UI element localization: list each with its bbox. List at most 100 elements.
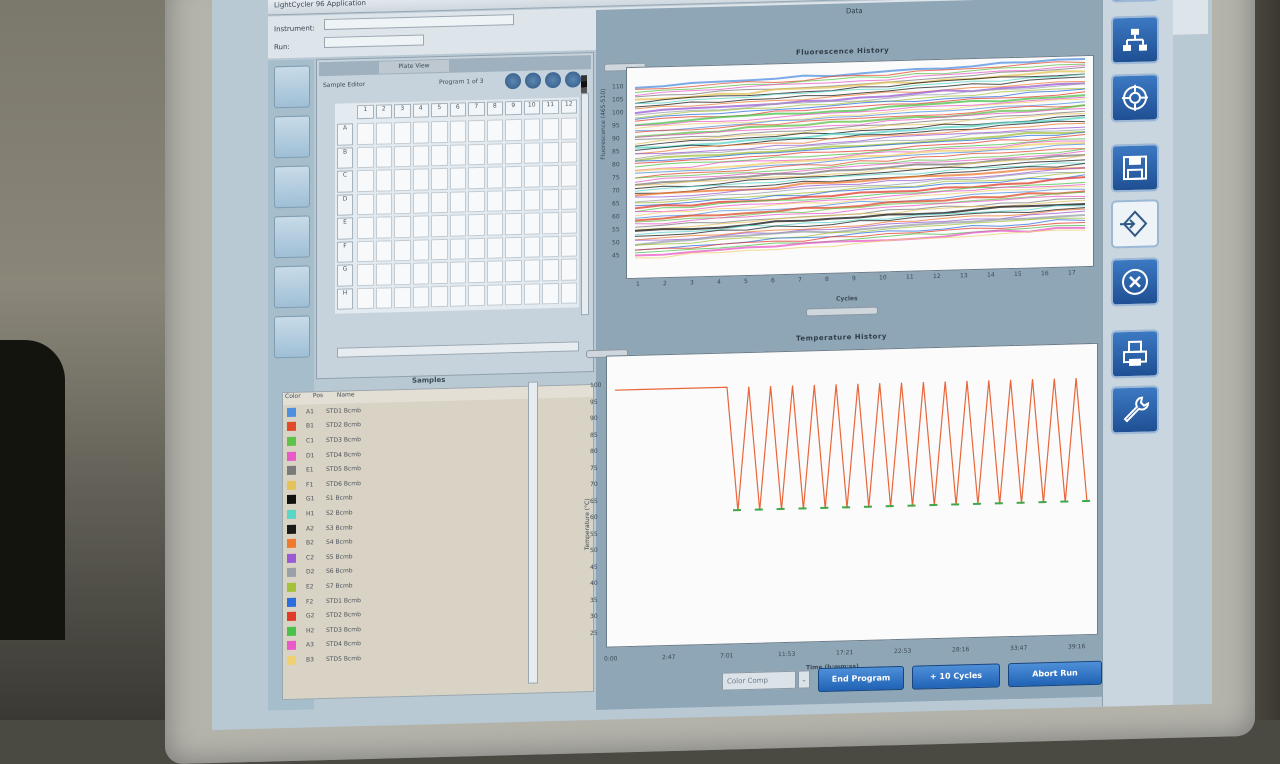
plate-well[interactable] <box>523 188 540 211</box>
plate-well[interactable] <box>394 121 411 144</box>
plate-row-header[interactable]: G <box>337 264 353 287</box>
plate-well[interactable] <box>523 165 540 188</box>
plate-well[interactable] <box>394 192 411 215</box>
plate-well[interactable] <box>560 211 577 234</box>
plate-well[interactable] <box>505 236 522 259</box>
end-program-button[interactable]: End Program <box>818 665 904 693</box>
plate-well[interactable] <box>523 259 540 282</box>
plate-col-header[interactable]: 5 <box>431 102 448 118</box>
plate-well[interactable] <box>560 164 577 187</box>
plate-well[interactable] <box>375 192 392 215</box>
nav-button-4[interactable] <box>274 215 310 259</box>
plate-well[interactable] <box>542 188 559 211</box>
plate-well[interactable] <box>449 120 466 143</box>
plate-well[interactable] <box>523 141 540 164</box>
plate-col-header[interactable]: 6 <box>449 102 466 117</box>
plate-well[interactable] <box>486 119 503 142</box>
print-icon[interactable] <box>1111 329 1159 379</box>
plate-well[interactable] <box>486 166 503 189</box>
samples-scrollbar[interactable] <box>528 381 538 684</box>
plate-well[interactable] <box>486 213 503 236</box>
plate-well[interactable] <box>394 168 411 191</box>
export-icon[interactable] <box>1111 199 1159 249</box>
plate-row-header[interactable]: C <box>337 170 353 193</box>
plate-col-header[interactable]: 4 <box>412 103 429 118</box>
plate-well[interactable] <box>505 165 522 188</box>
plate-well[interactable] <box>486 189 503 212</box>
splitter-handle-middle[interactable] <box>806 306 878 317</box>
plate-well[interactable] <box>431 214 448 237</box>
plate-well[interactable] <box>468 119 485 142</box>
plate-well[interactable] <box>357 263 374 286</box>
plate-well[interactable] <box>449 261 466 284</box>
plate-vertical-scrollbar[interactable] <box>581 93 589 316</box>
chevron-down-icon[interactable]: ⌄ <box>798 670 810 689</box>
plate-well[interactable] <box>486 283 503 306</box>
plate-well[interactable] <box>431 285 448 308</box>
plate-well[interactable] <box>523 282 540 305</box>
plate-well[interactable] <box>523 212 540 235</box>
plate-well[interactable] <box>375 145 392 168</box>
plate-well[interactable] <box>542 258 559 281</box>
plate-well[interactable] <box>486 142 503 165</box>
plate-well[interactable] <box>431 167 448 190</box>
tab-plate-view[interactable]: Plate View <box>379 59 449 74</box>
plate-well[interactable] <box>560 140 577 163</box>
plate-well[interactable] <box>468 237 485 260</box>
plate-well[interactable] <box>394 145 411 168</box>
plate-well[interactable] <box>412 262 429 285</box>
add-cycles-button[interactable]: + 10 Cycles <box>912 663 1000 690</box>
plate-well[interactable] <box>412 215 429 238</box>
plate-well[interactable] <box>468 260 485 283</box>
plate-well[interactable] <box>542 141 559 164</box>
plate-well[interactable] <box>468 190 485 213</box>
nav-button-6[interactable] <box>274 315 310 359</box>
plate-row-header[interactable]: D <box>337 193 353 216</box>
plate-well[interactable] <box>412 121 429 144</box>
plate-well[interactable] <box>412 191 429 214</box>
plate-row-header[interactable]: F <box>337 240 353 263</box>
close-circle-icon[interactable] <box>1111 257 1159 307</box>
plate-well[interactable] <box>523 235 540 258</box>
plate-row-header[interactable]: E <box>337 217 353 240</box>
plate-horizontal-scrollbar[interactable] <box>337 341 579 358</box>
plate-col-header[interactable]: 10 <box>523 100 540 115</box>
plate-col-header[interactable]: 9 <box>505 100 522 116</box>
plate-well[interactable] <box>412 285 429 308</box>
plate-col-header[interactable]: 11 <box>542 99 559 115</box>
plate-well[interactable] <box>449 167 466 190</box>
plate-col-header[interactable]: 2 <box>375 104 392 119</box>
plate-well[interactable] <box>357 287 374 310</box>
plate-col-header[interactable]: 12 <box>560 99 577 114</box>
network-icon[interactable] <box>1111 15 1159 65</box>
plate-col-header[interactable]: 7 <box>468 101 485 117</box>
plate-row-header[interactable]: A <box>337 123 353 146</box>
plate-well[interactable] <box>505 142 522 165</box>
plate-well[interactable] <box>431 144 448 167</box>
plate-well[interactable] <box>560 234 577 257</box>
plate-well[interactable] <box>357 240 374 263</box>
plate-well[interactable] <box>560 258 577 281</box>
plate-well[interactable] <box>357 146 374 169</box>
plate-tool-button-4[interactable] <box>565 71 581 88</box>
plate-tool-button-2[interactable] <box>525 72 541 89</box>
plate-well[interactable] <box>375 239 392 262</box>
plate-tool-button-1[interactable] <box>505 72 521 90</box>
plate-well[interactable] <box>394 215 411 238</box>
plate-well[interactable] <box>505 212 522 235</box>
plate-well[interactable] <box>542 282 559 305</box>
plate-well[interactable] <box>560 117 577 140</box>
plate-well[interactable] <box>505 259 522 282</box>
plate-well[interactable] <box>431 191 448 214</box>
plate-well[interactable] <box>412 168 429 191</box>
plate-tool-button-3[interactable] <box>545 71 561 89</box>
plate-well[interactable] <box>375 286 392 309</box>
plate-well[interactable] <box>486 236 503 259</box>
plate-well[interactable] <box>468 284 485 307</box>
plate-well[interactable] <box>375 122 392 145</box>
plate-well[interactable] <box>394 239 411 262</box>
target-icon[interactable] <box>1111 73 1159 123</box>
nav-button-2[interactable] <box>274 115 310 159</box>
plate-well[interactable] <box>412 238 429 261</box>
plate-well[interactable] <box>412 144 429 167</box>
